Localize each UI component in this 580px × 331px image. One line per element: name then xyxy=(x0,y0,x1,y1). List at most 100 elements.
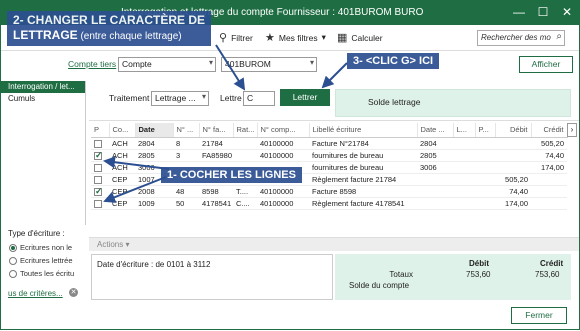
cell-credit xyxy=(531,197,567,210)
col-header[interactable]: Co... xyxy=(109,123,136,138)
filter-icon: ⚲ xyxy=(219,32,228,44)
minimize-icon[interactable]: — xyxy=(509,3,529,21)
calculate-button[interactable]: ▦ Calculer xyxy=(337,31,383,44)
cell-debit: 505,20 xyxy=(495,173,531,186)
row-checkbox[interactable] xyxy=(94,199,102,208)
cell-date2: 2805 xyxy=(417,149,453,162)
cell-select[interactable] xyxy=(91,197,109,210)
cell-libelle: Facture N°21784 xyxy=(309,137,417,150)
col-header[interactable]: N° fa... xyxy=(199,123,234,138)
annotation-step-2-line2: LETTRAGE (entre chaque lettrage) xyxy=(13,28,205,44)
row-checkbox[interactable] xyxy=(94,186,103,196)
cell-empty xyxy=(453,149,475,162)
cell-empty xyxy=(475,197,495,210)
cell-fact: FA85980 xyxy=(199,149,233,162)
my-filters-button[interactable]: ★ Mes filtres ▾ xyxy=(265,31,326,44)
radio-label: Ecritures lettrée xyxy=(20,256,73,265)
col-header[interactable]: Date ... xyxy=(417,123,454,138)
col-header[interactable]: L... xyxy=(453,123,476,138)
sidebar-item-cumuls[interactable]: Cumuls xyxy=(1,93,85,105)
compte-tiers-link[interactable]: Compte tiers xyxy=(68,59,116,69)
radio-non-lettrees[interactable]: Ecritures non le xyxy=(9,243,72,252)
close-icon[interactable]: ✕ xyxy=(557,3,577,21)
search-input[interactable]: Rechercher des mo ⌕ xyxy=(477,30,565,46)
cell-fact: 4178541 xyxy=(199,197,233,210)
annotation-step-2: 2- CHANGER LE CARACTÈRE DE LETTRAGE (ent… xyxy=(7,11,212,46)
lettrage-bar: Traitement Lettrage ... ▾ Lettre C Lettr… xyxy=(89,81,579,121)
clear-icon[interactable]: ✕ xyxy=(69,288,78,297)
cell-debit: 74,40 xyxy=(495,185,531,198)
col-header[interactable]: P... xyxy=(475,123,496,138)
solde-lettrage-label: Solde lettrage xyxy=(368,97,421,107)
cell-libelle: fournitures de bureau xyxy=(309,161,417,174)
table-row[interactable]: CEP2008488598T....40100000Facture 8598 74… xyxy=(91,185,567,198)
row-checkbox[interactable] xyxy=(94,175,102,184)
compte-select[interactable]: 401BUROM ▾ xyxy=(221,57,317,72)
traitement-select[interactable]: Lettrage ... ▾ xyxy=(151,91,209,106)
chevron-down-icon: ▾ xyxy=(201,92,206,101)
solde-lettrage-panel: Solde lettrage xyxy=(335,89,571,117)
col-header[interactable]: N° ... xyxy=(173,123,200,138)
compte-type-select[interactable]: Compte ▾ xyxy=(118,57,216,72)
cell-libelle: Règlement facture 4178541 xyxy=(309,197,417,210)
table-row[interactable]: CEP 1009 50 4178541 C.... 40100000 Règlement f… xyxy=(91,197,567,210)
cell-select[interactable] xyxy=(91,161,109,174)
cell-num: 48 xyxy=(173,185,199,198)
maximize-icon[interactable]: ☐ xyxy=(533,3,553,21)
row-checkbox[interactable] xyxy=(94,139,102,148)
annotation-step-3: 3- <CLIC G> ICI xyxy=(347,53,440,69)
col-header[interactable]: Libellé écriture xyxy=(309,123,418,138)
totaux-debit: 753,60 xyxy=(466,270,491,279)
col-header[interactable]: N° comp... xyxy=(257,123,310,138)
cell-date: 2805 xyxy=(135,149,173,162)
cell-select[interactable] xyxy=(91,137,109,150)
cell-rat xyxy=(233,149,257,162)
lettre-input[interactable]: C xyxy=(243,91,275,106)
row-checkbox[interactable] xyxy=(94,150,103,160)
table-row[interactable]: ACH 2804 8 21784 40100000 Facture N°21784 2804… xyxy=(91,137,567,150)
radio-lettrees[interactable]: Ecritures lettrée xyxy=(9,256,73,265)
row-checkbox[interactable] xyxy=(94,163,102,172)
sidebar-item-interrogation[interactable]: Interrogation / let... xyxy=(1,81,85,93)
afficher-button[interactable]: Afficher xyxy=(519,56,573,73)
table-row[interactable]: ACH28053FA8598040100000fournitures de bu… xyxy=(91,149,567,162)
cell-libelle: Règlement facture 21784 xyxy=(309,173,417,186)
actions-bar: Actions ▾ xyxy=(89,237,579,251)
lettre-value: C xyxy=(247,93,254,103)
cell-date: 1009 xyxy=(135,197,173,210)
col-header[interactable]: Crédit xyxy=(531,123,568,138)
cell-empty xyxy=(453,137,475,150)
sidebar: Interrogation / let... Cumuls Type d'écr… xyxy=(1,81,86,307)
my-filters-label: Mes filtres xyxy=(278,32,318,43)
col-header[interactable]: Débit xyxy=(495,123,532,138)
fermer-button[interactable]: Fermer xyxy=(511,307,567,324)
lettrer-button[interactable]: Lettrer xyxy=(280,89,330,106)
filter-button[interactable]: ⚲ Filtrer xyxy=(219,31,253,44)
cell-debit: 174,00 xyxy=(495,197,531,210)
cell-credit: 74,40 xyxy=(531,149,567,162)
cell-empty xyxy=(453,161,475,174)
cell-fact: 21784 xyxy=(199,137,233,150)
cell-select[interactable] xyxy=(91,185,109,198)
cell-empty xyxy=(453,197,475,210)
main-panel: Traitement Lettrage ... ▾ Lettre C Lettr… xyxy=(89,81,579,307)
radio-toutes[interactable]: Toutes les écritu xyxy=(9,269,74,278)
col-header[interactable]: Rat... xyxy=(233,123,258,138)
annotation-step-1: 1- COCHER LES LIGNES xyxy=(161,167,302,183)
col-header-sorted[interactable]: Date xyxy=(135,123,174,138)
calculate-label: Calculer xyxy=(351,32,383,43)
actions-button[interactable]: Actions ▾ xyxy=(97,240,129,249)
credit-header: Crédit xyxy=(540,259,564,268)
cell-select[interactable] xyxy=(91,173,109,186)
cell-libelle: fournitures de bureau xyxy=(309,149,417,162)
cell-date2 xyxy=(417,185,453,198)
app-window: Interrogation et lettrage du compte Four… xyxy=(0,0,580,330)
col-header[interactable]: P xyxy=(91,123,110,138)
cell-num: 8 xyxy=(173,137,199,150)
scroll-right-icon[interactable]: › xyxy=(567,123,577,137)
plus-de-criteres-link[interactable]: us de critères... xyxy=(8,289,63,298)
cell-credit: 174,00 xyxy=(531,161,567,174)
cell-date: 2804 xyxy=(135,137,173,150)
cell-select[interactable] xyxy=(91,149,109,162)
cell-debit xyxy=(495,161,531,174)
